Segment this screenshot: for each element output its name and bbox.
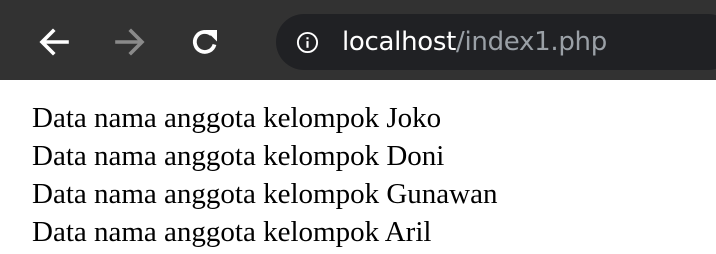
member-line-joko: Data nama anggota kelompok Joko (32, 102, 442, 134)
member-line-doni: Data nama anggota kelompok Doni (32, 140, 445, 172)
info-icon[interactable] (296, 31, 319, 54)
member-line-gunawan: Data nama anggota kelompok Gunawan (32, 178, 498, 210)
address-bar[interactable]: localhost/index1.php (276, 14, 716, 70)
page-content: Data nama anggota kelompok Joko Data nam… (32, 99, 497, 251)
browser-toolbar: localhost/index1.php (0, 0, 716, 80)
back-button[interactable] (32, 20, 76, 64)
url-path: /index1.php (456, 27, 607, 57)
member-line-aril: Data nama anggota kelompok Aril (32, 216, 432, 248)
reload-button[interactable] (183, 20, 227, 64)
url-host: localhost (342, 27, 457, 57)
arrow-right-icon (115, 28, 145, 56)
forward-button[interactable] (108, 20, 152, 64)
url-text[interactable]: localhost/index1.php (342, 14, 607, 70)
arrow-left-icon (39, 28, 69, 56)
reload-icon (192, 30, 217, 54)
